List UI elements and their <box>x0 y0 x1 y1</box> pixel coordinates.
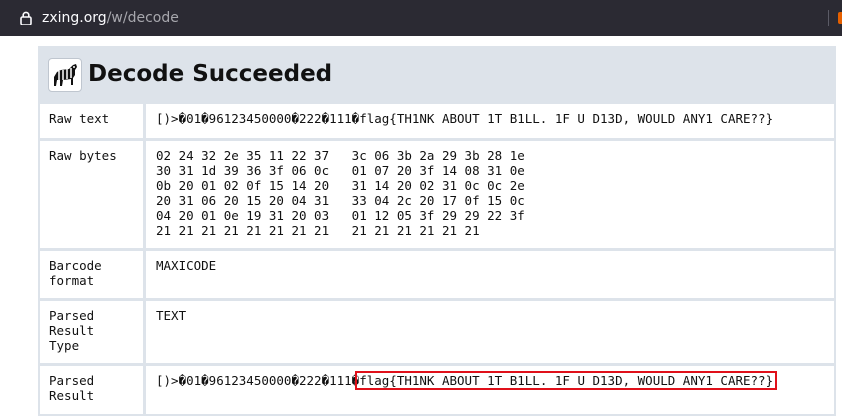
raw-text-label: Raw text <box>40 104 143 138</box>
parsed-result-prefix: [)>�01�96123450000�222�111� <box>156 373 360 388</box>
decode-result-panel: Decode Succeeded Raw text [)>�01�9612345… <box>38 46 836 416</box>
barcode-format-label: Barcode format <box>40 251 143 298</box>
url-path: /w/decode <box>106 10 179 26</box>
raw-text-value[interactable]: [)>�01�96123450000�222�111�flag{TH1NK AB… <box>146 104 834 138</box>
result-header: Decode Succeeded <box>48 58 828 94</box>
highlighted-flag: flag{TH1NK ABOUT 1T B1LL. 1F U D13D, WOU… <box>355 371 778 390</box>
url-host: zxing.org <box>42 10 107 26</box>
page-title: Decode Succeeded <box>88 61 333 87</box>
extension-icon[interactable] <box>838 12 842 24</box>
parsed-result-label: Parsed Result <box>40 366 143 414</box>
url-text[interactable]: zxing.org/w/decode <box>42 9 179 27</box>
parsed-result-type-label: Parsed Result Type <box>40 301 143 363</box>
raw-bytes-label: Raw bytes <box>40 141 143 248</box>
toolbar-separator <box>828 10 829 26</box>
raw-bytes-value[interactable]: 02 24 32 2e 35 11 22 37 3c 06 3b 2a 29 3… <box>146 141 834 248</box>
parsed-result-value[interactable]: [)>�01�96123450000�222�111�flag{TH1NK AB… <box>146 366 834 414</box>
barcode-format-value[interactable]: MAXICODE <box>146 251 834 298</box>
lock-icon <box>20 11 32 25</box>
zebra-logo-icon <box>48 58 82 92</box>
browser-url-bar[interactable]: zxing.org/w/decode <box>0 0 842 36</box>
parsed-result-type-value[interactable]: TEXT <box>146 301 834 363</box>
